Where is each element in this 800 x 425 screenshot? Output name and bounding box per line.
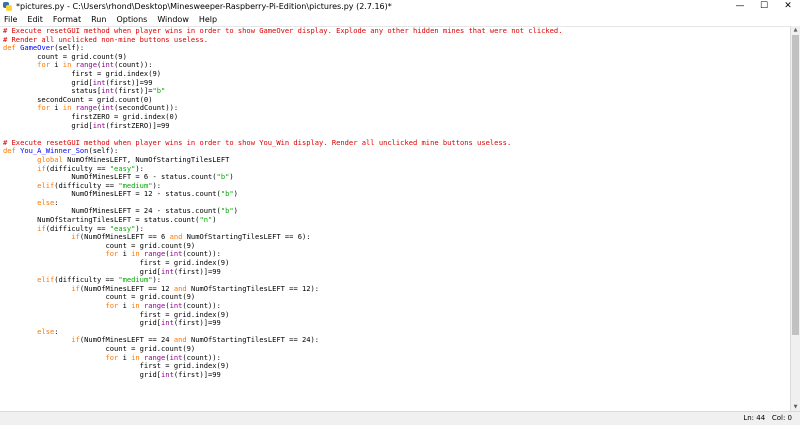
code-text: NumOfStartingTilesLEFT == 12):: [186, 283, 320, 293]
code-text: (first)]=99: [173, 318, 221, 328]
code-builtin: int: [161, 369, 174, 379]
python-icon: [3, 1, 12, 11]
window-title: *pictures.py - C:\Users\rhond\Desktop\Mi…: [16, 1, 392, 11]
title-bar[interactable]: *pictures.py - C:\Users\rhond\Desktop\Mi…: [0, 0, 800, 12]
code-text: NumOfStartingTilesLEFT == 6):: [182, 232, 311, 242]
menu-file[interactable]: File: [0, 15, 23, 24]
code-text: ): [233, 189, 238, 199]
code-text: (firstZERO)]=99: [105, 120, 170, 130]
code-text: NumOfStartingTilesLEFT == 24):: [186, 335, 320, 345]
code-string: "b": [152, 86, 166, 96]
code-text: grid[: [3, 120, 93, 130]
close-icon[interactable]: ✕: [776, 0, 800, 12]
menu-help[interactable]: Help: [195, 15, 223, 24]
menu-options[interactable]: Options: [112, 15, 153, 24]
window-controls: — ☐ ✕: [728, 0, 800, 12]
code-line: # Render all unclicked non-mine buttons …: [0, 35, 791, 45]
menu-run[interactable]: Run: [87, 15, 112, 24]
code-line: grid[int(first)]=99: [0, 318, 791, 328]
code-line: grid[int(firstZERO)]=99: [0, 120, 791, 131]
code-builtin: int: [92, 120, 106, 130]
code-editor[interactable]: # Execute resetGUI method when player wi…: [0, 26, 791, 412]
code-text: (first)]=99: [173, 266, 221, 276]
code-text: grid[: [3, 369, 162, 379]
code-string: "b": [220, 189, 234, 199]
code-text: (first)]=99: [173, 369, 221, 379]
maximize-icon[interactable]: ☐: [752, 0, 776, 12]
scroll-thumb[interactable]: [792, 35, 799, 335]
code-line: grid[int(first)]=99: [0, 369, 791, 380]
code-text: ): [212, 215, 217, 225]
code-line: NumOfMinesLEFT = 12 - status.count("b"): [0, 189, 791, 199]
menu-format[interactable]: Format: [49, 15, 87, 24]
code-line: # Execute resetGUI method when player wi…: [0, 138, 791, 148]
idle-editor-window: *pictures.py - C:\Users\rhond\Desktop\Mi…: [0, 0, 800, 425]
code-string: "b": [216, 172, 230, 182]
code-string: "n": [199, 215, 213, 225]
cursor-position: Ln: 44 Col: 0: [743, 414, 792, 422]
vertical-scrollbar[interactable]: ▲ ▼: [790, 26, 800, 411]
minimize-icon[interactable]: —: [728, 0, 752, 12]
code-text: ): [233, 206, 238, 216]
menu-window[interactable]: Window: [153, 15, 195, 24]
menu-bar: File Edit Format Run Options Window Help: [0, 12, 800, 26]
code-text: ): [229, 172, 234, 182]
code-string: "b": [220, 206, 234, 216]
code-builtin: int: [161, 318, 174, 328]
scroll-down-icon[interactable]: ▼: [791, 403, 800, 411]
menu-edit[interactable]: Edit: [23, 15, 49, 24]
code-builtin: int: [161, 266, 174, 276]
status-bar: Ln: 44 Col: 0: [0, 411, 800, 425]
scroll-up-icon[interactable]: ▲: [791, 26, 800, 34]
